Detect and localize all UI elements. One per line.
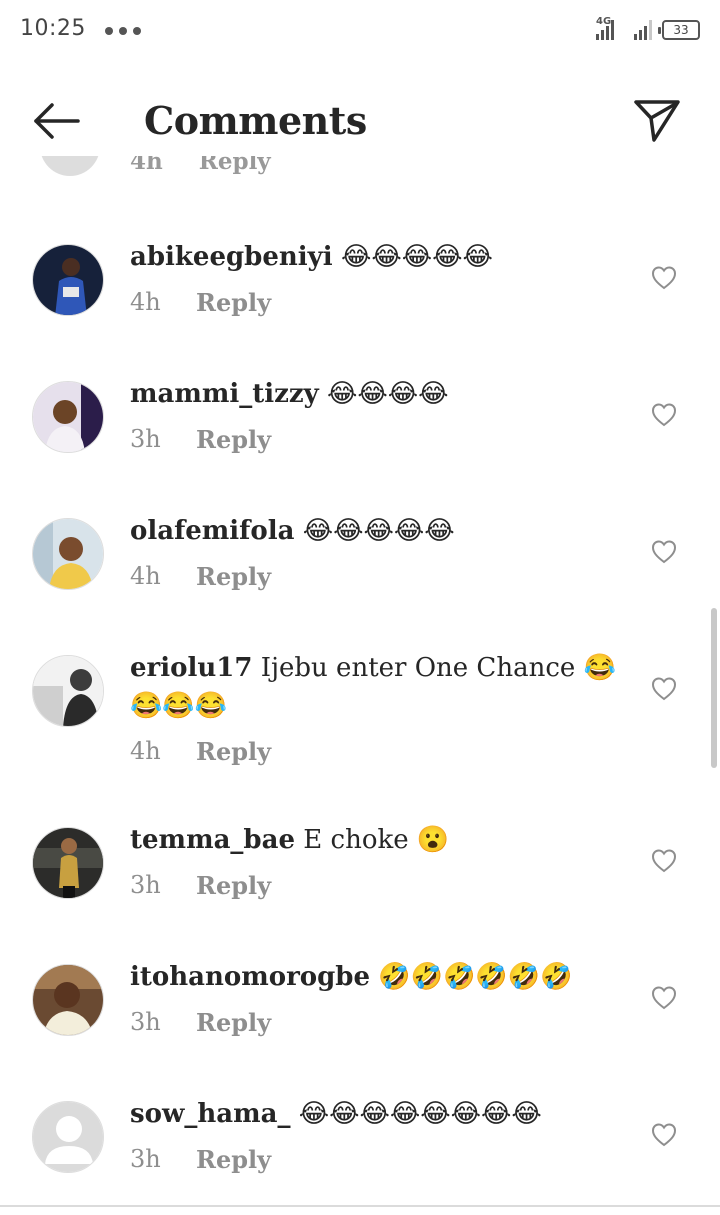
comment-body: sow_hama_ 😂😂😂😂😂😂😂😂 3h Reply (130, 1095, 630, 1174)
comment-content: E choke 😮 (303, 825, 450, 855)
status-icons: 4G 33 (596, 16, 700, 40)
paper-plane-icon (634, 100, 680, 142)
like-button[interactable] (650, 1121, 678, 1149)
reply-button[interactable]: Reply (196, 562, 271, 591)
status-time: 10:25 (20, 16, 86, 41)
username[interactable]: sow_hama_ (130, 1099, 290, 1129)
scrollbar[interactable] (711, 608, 717, 768)
comment-meta: 4h Reply (130, 288, 630, 317)
avatar[interactable] (32, 518, 104, 590)
avatar[interactable] (32, 381, 104, 453)
comment-body: olafemifola 😂😂😂😂😂 4h Reply (130, 512, 630, 591)
timestamp: 4h (130, 288, 161, 316)
comment-body: mammi_tizzy 😂😂😂😂 3h Reply (130, 375, 630, 454)
comment-meta: 4h Reply (130, 562, 630, 591)
username[interactable]: eriolu17 (130, 653, 252, 683)
username[interactable]: itohanomorogbe (130, 962, 370, 992)
battery-icon: 33 (658, 20, 700, 40)
like-button[interactable] (650, 264, 678, 292)
heart-outline-icon (651, 677, 677, 701)
comment-meta: 4h Reply (130, 737, 630, 766)
username[interactable]: olafemifola (130, 516, 294, 546)
reply-button[interactable]: Reply (196, 1145, 271, 1174)
partial-comment-row: 4h Reply (0, 156, 720, 182)
comment-content: 😂😂😂😂😂 (340, 242, 493, 272)
comment-text: olafemifola 😂😂😂😂😂 (130, 512, 630, 550)
heart-outline-icon (651, 1123, 677, 1147)
notification-dots-icon (105, 27, 141, 35)
avatar[interactable] (32, 655, 104, 727)
comment-text: abikeegbeniyi 😂😂😂😂😂 (130, 238, 630, 276)
timestamp: 3h (130, 871, 161, 899)
comment-body: itohanomorogbe 🤣🤣🤣🤣🤣🤣 3h Reply (130, 958, 630, 1037)
comment-body: temma_bae E choke 😮 3h Reply (130, 821, 630, 900)
comment-content: 😂😂😂😂😂 (302, 516, 455, 546)
cellular-signal-icon: 4G (596, 16, 622, 40)
avatar (40, 156, 100, 176)
like-button[interactable] (650, 675, 678, 703)
reply-button[interactable]: Reply (196, 288, 271, 317)
username[interactable]: abikeegbeniyi (130, 242, 333, 272)
timestamp: 4h (130, 737, 161, 765)
back-button[interactable] (28, 94, 82, 148)
timestamp: 3h (130, 1008, 161, 1036)
arrow-left-icon (34, 103, 80, 139)
reply-button[interactable]: Reply (196, 871, 271, 900)
avatar[interactable] (32, 1101, 104, 1173)
timestamp: 3h (130, 1145, 161, 1173)
reply-button[interactable]: Reply (196, 425, 271, 454)
comment-text: eriolu17 Ijebu enter One Chance 😂😂😂😂 (130, 649, 630, 725)
reply-button[interactable]: Reply (196, 737, 271, 766)
comment-content: 🤣🤣🤣🤣🤣🤣 (378, 962, 573, 992)
comment-meta: 3h Reply (130, 425, 630, 454)
share-button[interactable] (630, 94, 684, 148)
timestamp: 4h (130, 562, 161, 590)
like-button[interactable] (650, 401, 678, 429)
username[interactable]: mammi_tizzy (130, 379, 319, 409)
like-button[interactable] (650, 538, 678, 566)
avatar[interactable] (32, 827, 104, 899)
page-title: Comments (144, 98, 367, 143)
comment-content: 😂😂😂😂😂😂😂😂 (298, 1099, 542, 1129)
like-button[interactable] (650, 847, 678, 875)
network-type: 4G (596, 16, 612, 27)
reply-button[interactable]: Reply (196, 1008, 271, 1037)
partial-comment-meta: 4h Reply (130, 156, 271, 175)
comment-text: itohanomorogbe 🤣🤣🤣🤣🤣🤣 (130, 958, 630, 996)
comment-content: 😂😂😂😂 (327, 379, 449, 409)
battery-level: 33 (673, 23, 689, 37)
heart-outline-icon (651, 986, 677, 1010)
comment-body: abikeegbeniyi 😂😂😂😂😂 4h Reply (130, 238, 630, 317)
heart-outline-icon (651, 540, 677, 564)
heart-outline-icon (651, 849, 677, 873)
comment-meta: 3h Reply (130, 871, 630, 900)
comment-text: sow_hama_ 😂😂😂😂😂😂😂😂 (130, 1095, 630, 1133)
heart-outline-icon (651, 266, 677, 290)
like-button[interactable] (650, 984, 678, 1012)
comment-body: eriolu17 Ijebu enter One Chance 😂😂😂😂 4h R… (130, 649, 630, 766)
comment-text: mammi_tizzy 😂😂😂😂 (130, 375, 630, 413)
comment-meta: 3h Reply (130, 1008, 630, 1037)
avatar[interactable] (32, 964, 104, 1036)
timestamp: 3h (130, 425, 161, 453)
heart-outline-icon (651, 403, 677, 427)
username[interactable]: temma_bae (130, 825, 295, 855)
divider (0, 1205, 720, 1207)
cellular-signal-2-icon (634, 18, 652, 40)
avatar[interactable] (32, 244, 104, 316)
comment-meta: 3h Reply (130, 1145, 630, 1174)
status-bar: 10:25 4G 33 (0, 0, 720, 64)
comment-text: temma_bae E choke 😮 (130, 821, 630, 859)
